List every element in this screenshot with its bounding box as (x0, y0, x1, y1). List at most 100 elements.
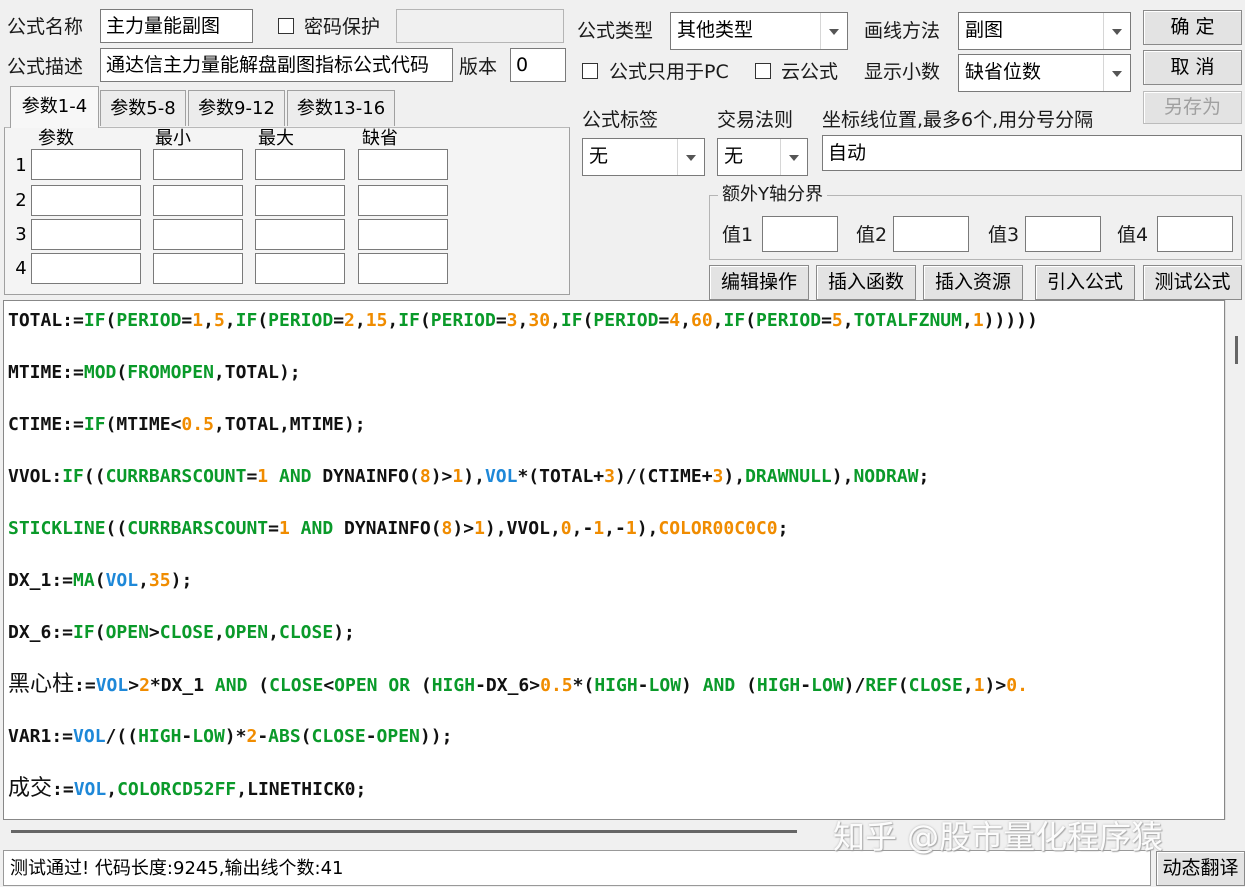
dynamic-translate-button[interactable]: 动态翻译 (1156, 851, 1245, 886)
code-token: CLOSE (908, 675, 963, 696)
code-token: VAR1:= (8, 726, 74, 747)
chevron-down-icon[interactable] (780, 139, 807, 175)
param-1-min[interactable] (153, 149, 243, 180)
code-token: 4 (669, 310, 681, 331)
code-line[interactable]: 成交:=VOL,COLORCD52FF,LINETHICK0; (8, 774, 366, 804)
coord-line-input[interactable]: 自动 (822, 135, 1242, 171)
code-token: ( (116, 362, 128, 383)
code-line[interactable]: 黑心柱:=VOL>2*DX_1 AND (CLOSE<OPEN OR (HIGH… (8, 670, 1028, 700)
code-editor[interactable]: TOTAL:=IF(PERIOD=1,5,IF(PERIOD=2,15,IF(P… (3, 300, 1225, 820)
code-token: ), (831, 466, 854, 487)
code-line[interactable]: DX_6:=IF(OPEN>CLOSE,OPEN,CLOSE); (8, 618, 355, 648)
code-token: PERIOD (593, 310, 659, 331)
code-token: (( (83, 466, 106, 487)
code-token: ,LINETHICK0; (236, 779, 367, 800)
param-3-min[interactable] (153, 219, 243, 250)
password-checkbox[interactable] (278, 18, 294, 34)
insert-function-button[interactable]: 插入函数 (816, 265, 916, 300)
y-value-1-input[interactable] (762, 216, 838, 252)
code-token: 1 (973, 675, 985, 696)
test-formula-button[interactable]: 测试公式 (1143, 265, 1242, 300)
code-line[interactable]: CTIME:=IF(MTIME<0.5,TOTAL,MTIME); (8, 410, 366, 440)
param-2-default[interactable] (358, 185, 448, 216)
insert-resource-button[interactable]: 插入资源 (923, 265, 1023, 300)
tab-params-9-12[interactable]: 参数9-12 (188, 90, 285, 126)
decimals-select[interactable]: 缺省位数 (958, 54, 1131, 92)
code-token: ) (681, 675, 692, 696)
code-token: IF (398, 310, 420, 331)
version-input[interactable]: 0 (510, 48, 566, 82)
code-token: IF (723, 310, 746, 331)
formula-desc-input[interactable]: 通达信主力量能解盘副图指标公式代码 (100, 48, 453, 82)
param-4-min[interactable] (153, 253, 243, 284)
code-token: *DX_1 (149, 675, 205, 696)
code-line[interactable]: TOTAL:=IF(PERIOD=1,5,IF(PERIOD=2,15,IF(P… (8, 306, 1038, 336)
code-token: 3 (506, 310, 518, 331)
import-formula-button[interactable]: 引入公式 (1035, 265, 1135, 300)
draw-method-value: 副图 (965, 19, 1004, 41)
trade-rule-select[interactable]: 无 (717, 138, 808, 176)
code-line[interactable]: DX_1:=MA(VOL,35); (8, 566, 192, 596)
code-token: 30 (528, 310, 551, 331)
code-token: - (181, 726, 193, 747)
param-4-max[interactable] (255, 253, 345, 284)
param-3-max[interactable] (255, 219, 345, 250)
formula-tag-select[interactable]: 无 (582, 138, 705, 176)
param-1-default[interactable] (358, 149, 448, 180)
y-value-2-input[interactable] (893, 216, 969, 252)
param-2-max[interactable] (255, 185, 345, 216)
param-1-name[interactable] (31, 149, 141, 180)
ok-button[interactable]: 确 定 (1143, 10, 1242, 45)
param-2-name[interactable] (31, 185, 141, 216)
code-token: AND (289, 518, 344, 539)
edit-ops-button[interactable]: 编辑操作 (709, 265, 809, 300)
tab-params-13-16[interactable]: 参数13-16 (287, 90, 395, 126)
password-input[interactable] (396, 9, 564, 43)
code-line[interactable]: VVOL:IF((CURRBARSCOUNT=1 AND DYNAINFO(8)… (8, 462, 929, 492)
cancel-button[interactable]: 取 消 (1143, 50, 1242, 85)
y-value-3-input[interactable] (1025, 216, 1101, 252)
code-token: 2 (139, 675, 150, 696)
code-token: (MTIME< (105, 414, 182, 435)
code-token: DX_6:= (8, 622, 74, 643)
chevron-down-icon[interactable] (820, 13, 847, 49)
save-as-button[interactable]: 另存为 (1143, 91, 1242, 124)
code-token: LOW (811, 675, 844, 696)
vertical-scrollbar[interactable] (1225, 300, 1245, 820)
formula-name-input[interactable]: 主力量能副图 (100, 9, 253, 43)
chevron-down-icon[interactable] (677, 139, 704, 175)
draw-method-select[interactable]: 副图 (958, 12, 1131, 50)
code-token: 2 (246, 726, 258, 747)
code-token: = (658, 310, 670, 331)
code-token: IF (235, 310, 258, 331)
param-4-name[interactable] (31, 253, 141, 284)
code-token: 黑心柱 (8, 672, 75, 697)
code-token: DRAWNULL (745, 466, 832, 487)
param-2-min[interactable] (153, 185, 243, 216)
param-3-default[interactable] (358, 219, 448, 250)
param-3-name[interactable] (31, 219, 141, 250)
tab-params-5-8[interactable]: 参数5-8 (100, 90, 186, 126)
scroll-thumb[interactable] (11, 830, 797, 833)
code-token: )> (430, 466, 453, 487)
param-1-max[interactable] (255, 149, 345, 180)
pc-only-checkbox[interactable] (582, 63, 598, 79)
code-token: - (365, 726, 377, 747)
cloud-formula-checkbox[interactable] (755, 63, 771, 79)
code-token: ( (258, 675, 270, 696)
y-value-4-input[interactable] (1157, 216, 1233, 252)
scroll-thumb[interactable] (1235, 336, 1238, 364)
code-line[interactable]: VAR1:=VOL/((HIGH-LOW)*2-ABS(CLOSE-OPEN))… (8, 722, 452, 752)
tab-params-1-4[interactable]: 参数1-4 (10, 86, 99, 128)
code-line[interactable]: MTIME:=MOD(FROMOPEN,TOTAL); (8, 358, 301, 388)
chevron-down-icon[interactable] (1103, 13, 1130, 49)
code-token: )); (419, 726, 453, 747)
param-row-num: 2 (15, 190, 27, 211)
code-token: IF (62, 466, 84, 487)
code-token: IF (560, 310, 583, 331)
formula-type-select[interactable]: 其他类型 (670, 12, 848, 50)
chevron-down-icon[interactable] (1103, 55, 1130, 91)
code-line[interactable]: STICKLINE((CURRBARSCOUNT=1 AND DYNAINFO(… (8, 514, 788, 544)
code-token: := (74, 675, 96, 696)
param-4-default[interactable] (358, 253, 448, 284)
